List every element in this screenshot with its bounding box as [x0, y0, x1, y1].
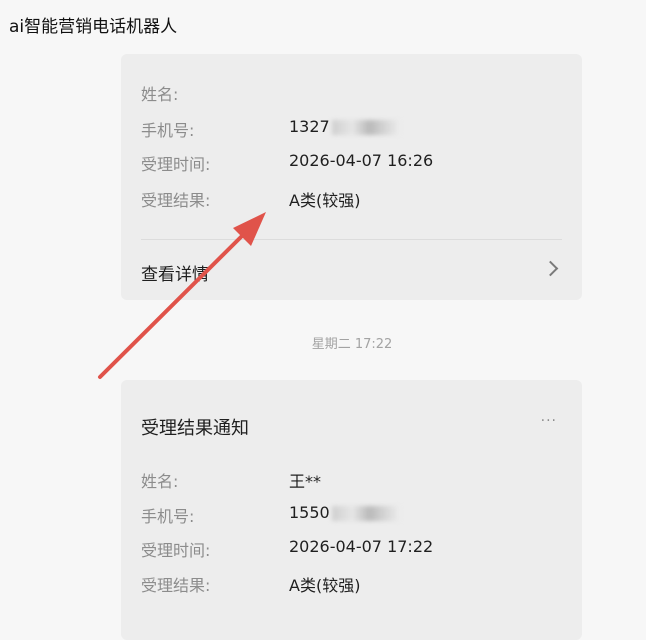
phone-mask — [331, 506, 400, 521]
phone-value-wrap: 1550 — [289, 503, 400, 522]
card-divider — [141, 239, 562, 240]
more-icon[interactable]: ··· — [541, 413, 557, 429]
phone-mask — [331, 120, 400, 135]
time-label: 受理时间: — [141, 155, 211, 174]
phone-label: 手机号: — [141, 121, 195, 140]
time-row: 受理时间: 2026-04-07 16:26 — [141, 151, 433, 175]
time-row: 受理时间: 2026-04-07 17:22 — [141, 537, 433, 561]
result-card-2: 受理结果通知 ··· 姓名: 王** 手机号: 1550 受理时间: 2026-… — [121, 380, 582, 640]
phone-value: 1550 — [289, 503, 330, 522]
result-label: 受理结果: — [141, 576, 211, 595]
phone-row: 手机号: 1550 — [141, 503, 400, 527]
result-label: 受理结果: — [141, 191, 211, 210]
name-row: 姓名: — [141, 81, 178, 105]
time-value: 2026-04-07 16:26 — [289, 151, 434, 170]
name-label: 姓名: — [141, 85, 179, 104]
result-row: 受理结果: A类(较强) — [141, 572, 360, 596]
phone-value-wrap: 1327 — [289, 117, 400, 136]
result-row: 受理结果: A类(较强) — [141, 187, 360, 211]
card-title: 受理结果通知 — [141, 418, 249, 439]
name-label: 姓名: — [141, 472, 179, 491]
view-detail-link[interactable]: 查看详情 — [141, 260, 209, 285]
phone-row: 手机号: 1327 — [141, 117, 400, 141]
result-value: A类(较强) — [289, 191, 361, 210]
chevron-right-icon[interactable] — [542, 260, 559, 277]
result-value: A类(较强) — [289, 576, 361, 595]
time-value: 2026-04-07 17:22 — [289, 537, 434, 556]
app-title: ai智能营销电话机器人 — [9, 17, 178, 37]
phone-value: 1327 — [289, 117, 330, 136]
message-timestamp: 星期二 17:22 — [311, 337, 393, 352]
name-value: 王** — [289, 472, 322, 491]
result-card-1: 姓名: 手机号: 1327 受理时间: 2026-04-07 16:26 受理结… — [121, 54, 582, 300]
name-row: 姓名: 王** — [141, 468, 321, 492]
time-label: 受理时间: — [141, 541, 211, 560]
phone-label: 手机号: — [141, 507, 195, 526]
